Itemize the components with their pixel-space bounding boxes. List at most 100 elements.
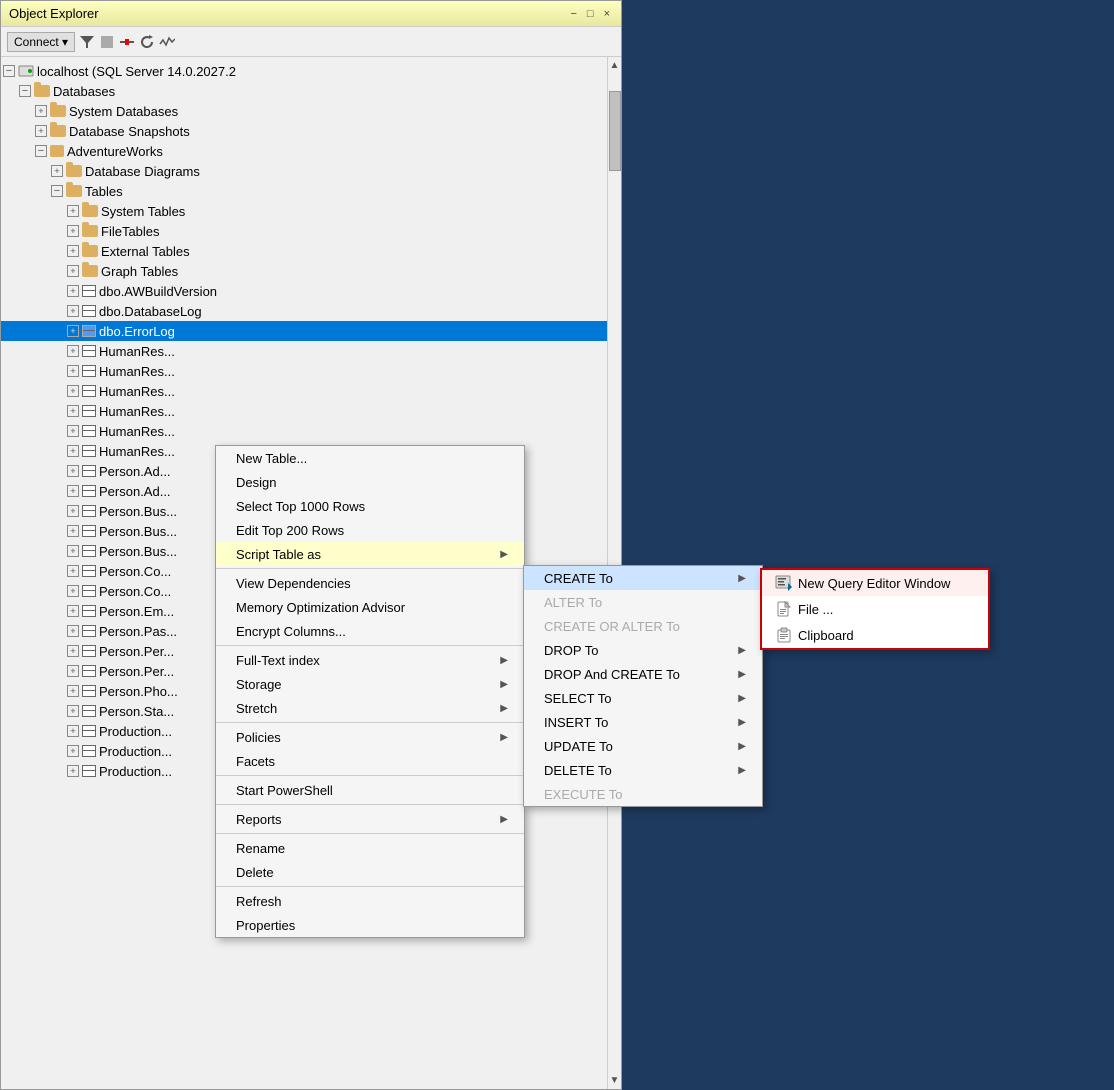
menu-script-table[interactable]: Script Table as ▶: [216, 542, 524, 566]
pad1-table-icon: [82, 465, 96, 477]
menu-select-to[interactable]: SELECT To ▶: [524, 686, 762, 710]
tree-item-systemdbs[interactable]: + System Databases: [1, 101, 607, 121]
expand-pad2-icon: +: [67, 485, 79, 497]
scrollbar-up[interactable]: ▲: [608, 57, 621, 74]
start-ps-label: Start PowerShell: [236, 783, 333, 798]
hr6-label: HumanRes...: [99, 444, 175, 459]
server-icon: [18, 63, 34, 79]
tree-item-databaselog[interactable]: + dbo.DatabaseLog: [1, 301, 607, 321]
menu-edit-top[interactable]: Edit Top 200 Rows: [216, 518, 524, 542]
expand-ppho-icon: +: [67, 685, 79, 697]
menu-delete-to[interactable]: DELETE To ▶: [524, 758, 762, 782]
snapshots-folder-icon: [50, 125, 66, 137]
delete-label: Delete: [236, 865, 274, 880]
menu-file[interactable]: File ...: [762, 596, 988, 622]
close-button[interactable]: ×: [601, 8, 613, 20]
menu-reports[interactable]: Reports ▶: [216, 807, 524, 831]
menu-create-to[interactable]: CREATE To ▶: [524, 566, 762, 590]
tree-item-adventureworks[interactable]: − AdventureWorks: [1, 141, 607, 161]
st-label: System Tables: [101, 204, 185, 219]
view-deps-label: View Dependencies: [236, 576, 351, 591]
filter-icon[interactable]: [79, 34, 95, 50]
new-table-label: New Table...: [236, 451, 307, 466]
disconnect-icon[interactable]: [119, 34, 135, 50]
menu-clipboard[interactable]: Clipboard: [762, 622, 988, 648]
menu-encrypt-cols[interactable]: Encrypt Columns...: [216, 619, 524, 643]
ppas-table-icon: [82, 625, 96, 637]
scrollbar-thumb[interactable]: [609, 91, 621, 171]
pper1-label: Person.Per...: [99, 644, 174, 659]
tree-item-systemtables[interactable]: + System Tables: [1, 201, 607, 221]
tables-label: Tables: [85, 184, 123, 199]
tree-item-graphtables[interactable]: + Graph Tables: [1, 261, 607, 281]
separator-4: [216, 775, 524, 776]
menu-new-table[interactable]: New Table...: [216, 446, 524, 470]
dock-button[interactable]: □: [584, 8, 597, 20]
tree-item-databases[interactable]: − Databases: [1, 81, 607, 101]
menu-design[interactable]: Design: [216, 470, 524, 494]
script-table-arrow: ▶: [500, 549, 508, 560]
activity-icon[interactable]: [159, 34, 175, 50]
tree-item-humanres4[interactable]: + HumanRes...: [1, 401, 607, 421]
expand-pbus3-icon: +: [67, 545, 79, 557]
prod2-label: Production...: [99, 744, 172, 759]
expand-et-icon: +: [67, 245, 79, 257]
menu-start-ps[interactable]: Start PowerShell: [216, 778, 524, 802]
menu-rename[interactable]: Rename: [216, 836, 524, 860]
new-query-editor-label: New Query Editor Window: [798, 576, 950, 591]
pper2-label: Person.Per...: [99, 664, 174, 679]
menu-drop-to[interactable]: DROP To ▶: [524, 638, 762, 662]
menu-new-query-editor[interactable]: New Query Editor Window: [762, 570, 988, 596]
menu-refresh[interactable]: Refresh: [216, 889, 524, 913]
pbus1-label: Person.Bus...: [99, 504, 177, 519]
prod1-label: Production...: [99, 724, 172, 739]
separator-2: [216, 645, 524, 646]
tree-item-humanres3[interactable]: + HumanRes...: [1, 381, 607, 401]
refresh-icon[interactable]: [139, 34, 155, 50]
menu-stretch[interactable]: Stretch ▶: [216, 696, 524, 720]
pin-button[interactable]: −: [567, 8, 579, 20]
clipboard-label: Clipboard: [798, 628, 854, 643]
title-buttons: − □ ×: [567, 8, 613, 20]
tree-item-diagrams[interactable]: + Database Diagrams: [1, 161, 607, 181]
hr4-table-icon: [82, 405, 96, 417]
menu-drop-and-create-to[interactable]: DROP And CREATE To ▶: [524, 662, 762, 686]
hr6-table-icon: [82, 445, 96, 457]
menu-select-top[interactable]: Select Top 1000 Rows: [216, 494, 524, 518]
select-to-arrow: ▶: [738, 693, 746, 704]
menu-view-deps[interactable]: View Dependencies: [216, 571, 524, 595]
collapse-server-icon: −: [3, 65, 15, 77]
menu-delete[interactable]: Delete: [216, 860, 524, 884]
tree-item-filetables[interactable]: + FileTables: [1, 221, 607, 241]
tree-item-humanres5[interactable]: + HumanRes...: [1, 421, 607, 441]
expand-hr1-icon: +: [67, 345, 79, 357]
menu-storage[interactable]: Storage ▶: [216, 672, 524, 696]
tree-item-server[interactable]: − localhost (SQL Server 14.0.2027.2: [1, 61, 607, 81]
tree-item-awbuildversion[interactable]: + dbo.AWBuildVersion: [1, 281, 607, 301]
menu-memory-opt[interactable]: Memory Optimization Advisor: [216, 595, 524, 619]
connect-button[interactable]: Connect ▾: [7, 32, 75, 52]
create-to-arrow: ▶: [738, 573, 746, 584]
menu-facets[interactable]: Facets: [216, 749, 524, 773]
expand-pper2-icon: +: [67, 665, 79, 677]
tree-item-humanres2[interactable]: + HumanRes...: [1, 361, 607, 381]
pcol1-label: Person.Co...: [99, 564, 171, 579]
edit-top-label: Edit Top 200 Rows: [236, 523, 344, 538]
expand-pem-icon: +: [67, 605, 79, 617]
menu-fulltext[interactable]: Full-Text index ▶: [216, 648, 524, 672]
tree-item-snapshots[interactable]: + Database Snapshots: [1, 121, 607, 141]
pbus1-table-icon: [82, 505, 96, 517]
expand-pcol1-icon: +: [67, 565, 79, 577]
menu-insert-to[interactable]: INSERT To ▶: [524, 710, 762, 734]
tree-item-tables[interactable]: − Tables: [1, 181, 607, 201]
stop-icon[interactable]: [99, 34, 115, 50]
menu-properties[interactable]: Properties: [216, 913, 524, 937]
scrollbar-down[interactable]: ▼: [608, 1072, 621, 1089]
menu-update-to[interactable]: UPDATE To ▶: [524, 734, 762, 758]
expand-pbus1-icon: +: [67, 505, 79, 517]
tree-item-humanres1[interactable]: + HumanRes...: [1, 341, 607, 361]
tree-item-errorlog[interactable]: + dbo.ErrorLog: [1, 321, 607, 341]
storage-arrow: ▶: [500, 679, 508, 690]
menu-policies[interactable]: Policies ▶: [216, 725, 524, 749]
tree-item-externaltables[interactable]: + External Tables: [1, 241, 607, 261]
